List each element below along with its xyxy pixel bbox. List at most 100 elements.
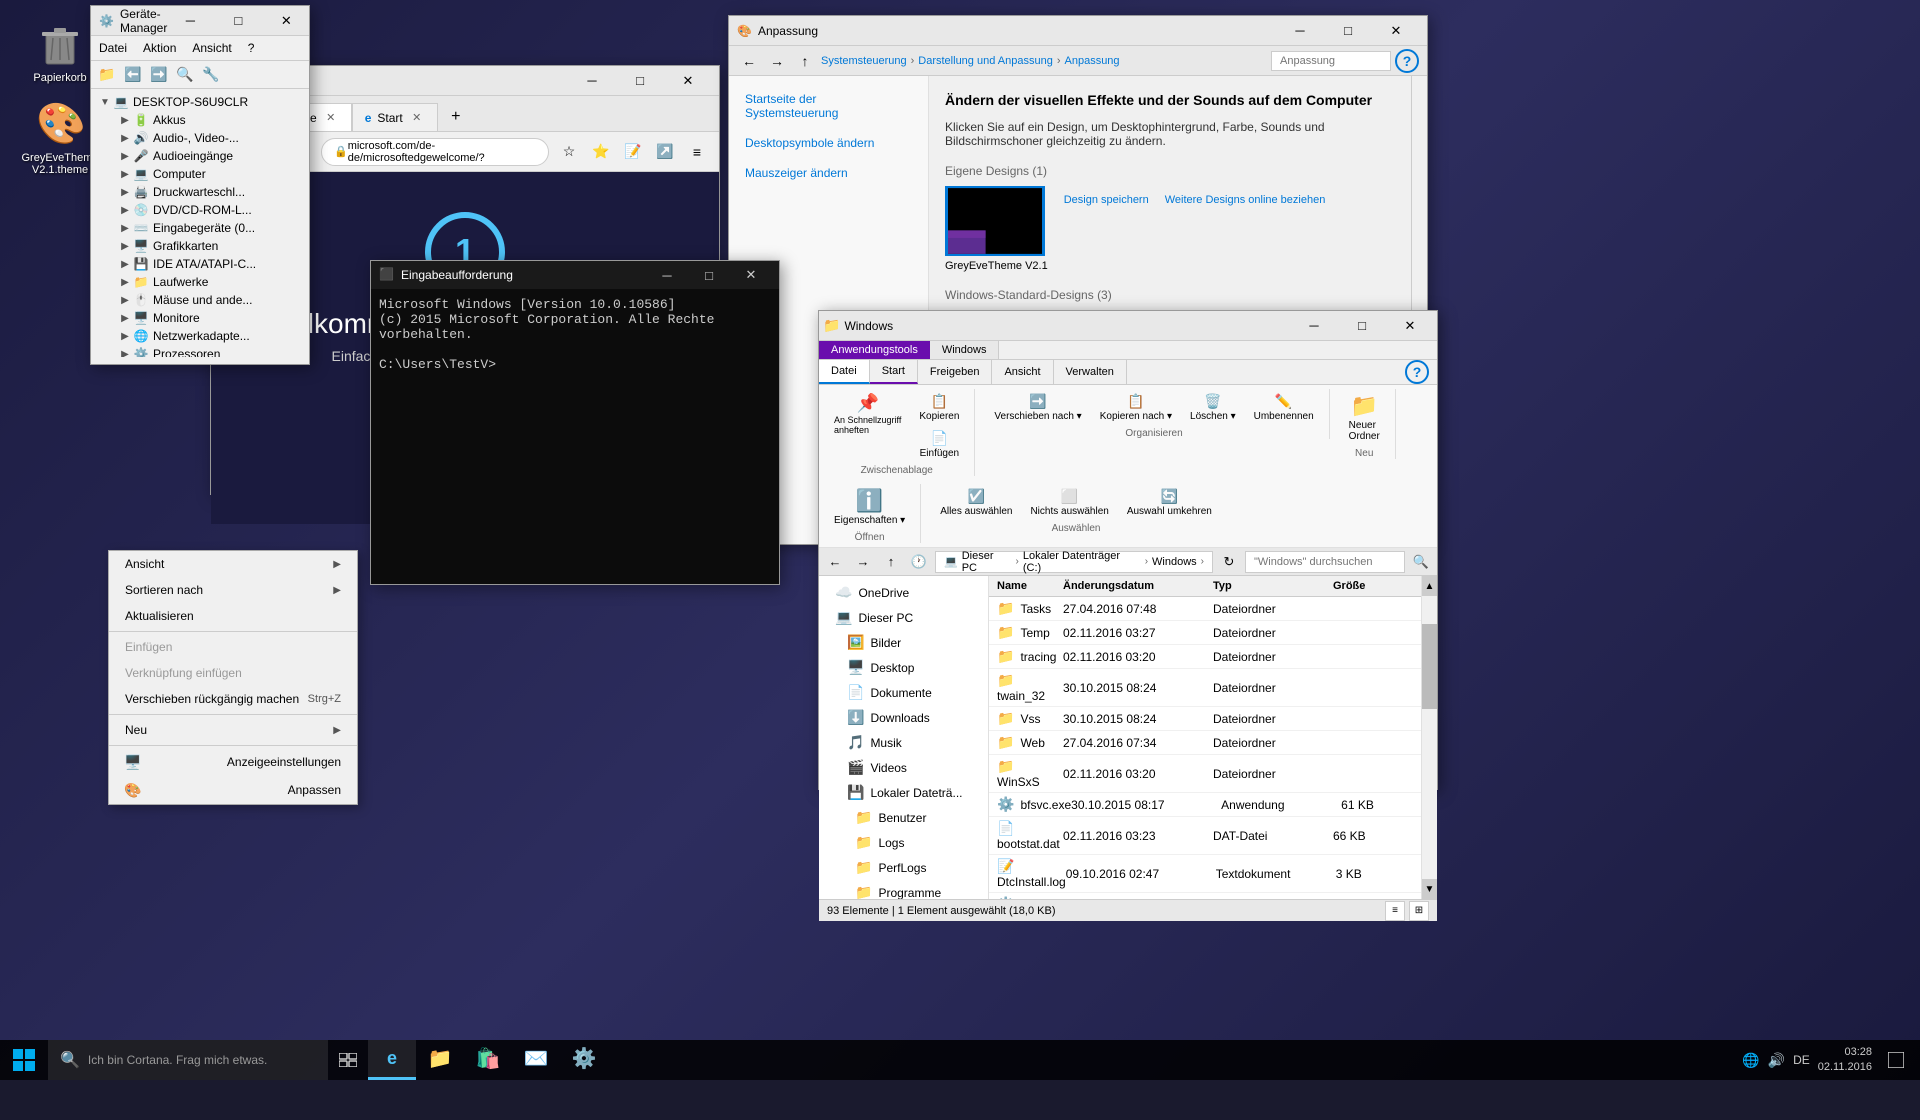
- cmd-content[interactable]: Microsoft Windows [Version 10.0.10586] (…: [371, 289, 779, 584]
- design-save-button[interactable]: Design speichern: [1064, 194, 1149, 206]
- fe-sidebar-benutzer[interactable]: 📁 Benutzer: [819, 805, 988, 830]
- fe-rename-button[interactable]: ✏️ Umbenennen: [1247, 389, 1321, 426]
- task-view-button[interactable]: [328, 1040, 368, 1080]
- edge-menu-button[interactable]: ≡: [683, 138, 711, 166]
- cm-anzeige[interactable]: 🖥️ Anzeigeeinstellungen: [109, 748, 357, 776]
- fe-move-button[interactable]: ➡️ Verschieben nach ▾: [987, 389, 1088, 426]
- fe-sidebar-programme[interactable]: 📁 Programme: [819, 880, 988, 899]
- cm-sortieren[interactable]: Sortieren nach ▶: [109, 577, 357, 603]
- anpassung-help-button[interactable]: ?: [1395, 49, 1419, 73]
- dm-item-monitore[interactable]: ▶ 🖥️ Monitore: [115, 309, 305, 327]
- taskbar-network-icon[interactable]: 🌐: [1742, 1052, 1759, 1069]
- fe-file-row-5[interactable]: 📁Web 27.04.2016 07:34 Dateiordner: [989, 731, 1421, 755]
- dm-item-akkus[interactable]: ▶ 🔋 Akkus: [115, 111, 305, 129]
- fe-sidebar-bilder[interactable]: 🖼️ Bilder: [819, 630, 988, 655]
- cmd-maximize-button[interactable]: □: [689, 261, 729, 289]
- edge-share-button[interactable]: ↗️: [651, 138, 679, 166]
- anp-sidebar-desktop[interactable]: Desktopsymbole ändern: [729, 128, 928, 158]
- fe-file-row-7[interactable]: ⚙️bfsvc.exe 30.10.2015 08:17 Anwendung 6…: [989, 793, 1421, 817]
- fe-delete-button[interactable]: 🗑️ Löschen ▾: [1183, 389, 1243, 426]
- taskbar-app-edge[interactable]: e: [368, 1040, 416, 1080]
- fe-search-button[interactable]: 🔍: [1409, 550, 1433, 574]
- dm-toolbar-btn3[interactable]: ➡️: [147, 63, 171, 87]
- cmd-titlebar[interactable]: ⬛ Eingabeaufforderung ─ □ ✕: [371, 261, 779, 289]
- fe-help-button[interactable]: ?: [1405, 360, 1429, 384]
- fe-tab-anwendungstools[interactable]: Anwendungstools: [819, 341, 930, 359]
- fe-invertselect-button[interactable]: 🔄 Auswahl umkehren: [1120, 484, 1219, 521]
- fe-file-row-2[interactable]: 📁tracing 02.11.2016 03:20 Dateiordner: [989, 645, 1421, 669]
- anpassung-search-input[interactable]: [1271, 51, 1391, 71]
- cmd-minimize-button[interactable]: ─: [647, 261, 687, 289]
- fe-tab-windows[interactable]: Windows: [930, 341, 1000, 359]
- edge-maximize-button[interactable]: □: [617, 66, 663, 96]
- dm-toolbar-btn5[interactable]: 🔧: [199, 63, 223, 87]
- dm-item-prozessoren[interactable]: ▶ ⚙️ Prozessoren: [115, 345, 305, 357]
- cm-verknuepfung[interactable]: Verknüpfung einfügen: [109, 660, 357, 686]
- fe-file-row-4[interactable]: 📁Vss 30.10.2015 08:24 Dateiordner: [989, 707, 1421, 731]
- cm-verschieben[interactable]: Verschieben rückgängig machen Strg+Z: [109, 686, 357, 712]
- edge-favorites-button[interactable]: ⭐: [587, 138, 615, 166]
- fe-view-list-button[interactable]: ≡: [1385, 901, 1405, 921]
- fe-nav-refresh-button[interactable]: ↻: [1217, 550, 1241, 574]
- fe-file-row-0[interactable]: 📁Tasks 27.04.2016 07:48 Dateiordner: [989, 597, 1421, 621]
- dm-toolbar-btn4[interactable]: 🔍: [173, 63, 197, 87]
- desktop-icon-theme[interactable]: 🎨 GreyEveThemeV2.1.theme: [20, 100, 100, 176]
- fe-selectall-button[interactable]: ☑️ Alles auswählen: [933, 484, 1019, 521]
- fe-nav-forward-button[interactable]: →: [851, 550, 875, 574]
- edge-close-button[interactable]: ✕: [665, 66, 711, 96]
- edge-tab-add-button[interactable]: +: [442, 103, 470, 131]
- fe-newfolder-button[interactable]: 📁 NeuerOrdner: [1342, 389, 1387, 446]
- fe-sidebar-onedrive[interactable]: ☁️ OneDrive: [819, 580, 988, 605]
- dm-menu-datei[interactable]: Datei: [91, 38, 135, 58]
- fe-scroll-thumb[interactable]: [1422, 624, 1437, 709]
- dm-item-laufwerke[interactable]: ▶ 📁 Laufwerke: [115, 273, 305, 291]
- taskbar-app-explorer[interactable]: 📁: [416, 1040, 464, 1080]
- fe-sidebar-dokumente[interactable]: 📄 Dokumente: [819, 680, 988, 705]
- taskbar-app-settings[interactable]: ⚙️: [560, 1040, 608, 1080]
- fe-nav-up-button[interactable]: ↑: [879, 550, 903, 574]
- dm-toolbar-btn1[interactable]: 📁: [95, 63, 119, 87]
- anpassung-maximize-button[interactable]: □: [1325, 16, 1371, 46]
- fe-copy2-button[interactable]: 📋 Kopieren nach ▾: [1093, 389, 1179, 426]
- dm-tree-computer[interactable]: ▼ 💻 DESKTOP-S6U9CLR: [95, 93, 305, 111]
- dm-item-computer[interactable]: ▶ 💻 Computer: [115, 165, 305, 183]
- anpassung-titlebar[interactable]: 🎨 Anpassung ─ □ ✕: [729, 16, 1427, 46]
- dm-item-ide[interactable]: ▶ 💾 IDE ATA/ATAPI-C...: [115, 255, 305, 273]
- taskbar-notifications-button[interactable]: [1880, 1040, 1912, 1080]
- dm-item-dvd[interactable]: ▶ 💿 DVD/CD-ROM-L...: [115, 201, 305, 219]
- dm-item-mause[interactable]: ▶ 🖱️ Mäuse und ande...: [115, 291, 305, 309]
- dm-minimize-button[interactable]: ─: [167, 6, 213, 36]
- fe-close-button[interactable]: ✕: [1387, 311, 1433, 341]
- cmd-close-button[interactable]: ✕: [731, 261, 771, 289]
- anpassung-minimize-button[interactable]: ─: [1277, 16, 1323, 46]
- fe-ribbon-tab-freigeben[interactable]: Freigeben: [918, 360, 993, 384]
- taskbar-clock[interactable]: 03:28 02.11.2016: [1818, 1045, 1872, 1076]
- fe-view-grid-button[interactable]: ⊞: [1409, 901, 1429, 921]
- fe-copy-button[interactable]: 📋 Kopieren: [912, 389, 966, 426]
- dm-item-audio[interactable]: ▶ 🔊 Audio-, Video-...: [115, 129, 305, 147]
- anpassung-forward-button[interactable]: →: [765, 49, 789, 73]
- fe-file-row-10[interactable]: ⚙️explorer.exe 07.09.2016 07:23 Anwendun…: [989, 893, 1421, 899]
- dm-menu-ansicht[interactable]: Ansicht: [184, 38, 239, 58]
- anp-sidebar-mauszeiger[interactable]: Mauszeiger ändern: [729, 158, 928, 188]
- fe-paste-button[interactable]: 📄 Einfügen: [912, 426, 966, 463]
- cm-einfuegen[interactable]: Einfügen: [109, 634, 357, 660]
- start-button[interactable]: [0, 1040, 48, 1080]
- fe-file-row-9[interactable]: 📝DtcInstall.log 09.10.2016 02:47 Textdok…: [989, 855, 1421, 893]
- breadcrumb-darstellung[interactable]: Darstellung und Anpassung: [918, 55, 1053, 67]
- cortana-search[interactable]: 🔍 Ich bin Cortana. Frag mich etwas.: [48, 1040, 328, 1080]
- fe-ribbon-tab-datei[interactable]: Datei: [819, 360, 870, 384]
- edge-tab-start[interactable]: e Start ✕: [352, 103, 438, 131]
- fe-selectnone-button[interactable]: ⬜ Nichts auswählen: [1023, 484, 1115, 521]
- fe-ribbon-tab-start[interactable]: Start: [870, 360, 918, 384]
- dm-item-eingabe[interactable]: ▶ ⌨️ Eingabegeräte (0...: [115, 219, 305, 237]
- dm-item-audioeingange[interactable]: ▶ 🎤 Audioeingänge: [115, 147, 305, 165]
- fe-minimize-button[interactable]: ─: [1291, 311, 1337, 341]
- anpassung-close-button[interactable]: ✕: [1373, 16, 1419, 46]
- dm-close-button[interactable]: ✕: [263, 6, 309, 36]
- fe-scroll-up[interactable]: ▲: [1422, 576, 1437, 596]
- breadcrumb-systemsteuerung[interactable]: Systemsteuerung: [821, 55, 907, 67]
- fe-scrollbar[interactable]: ▲ ▼: [1421, 576, 1437, 899]
- fe-nav-recent-button[interactable]: 🕐: [907, 550, 931, 574]
- fe-titlebar[interactable]: 📁 Windows ─ □ ✕: [819, 311, 1437, 341]
